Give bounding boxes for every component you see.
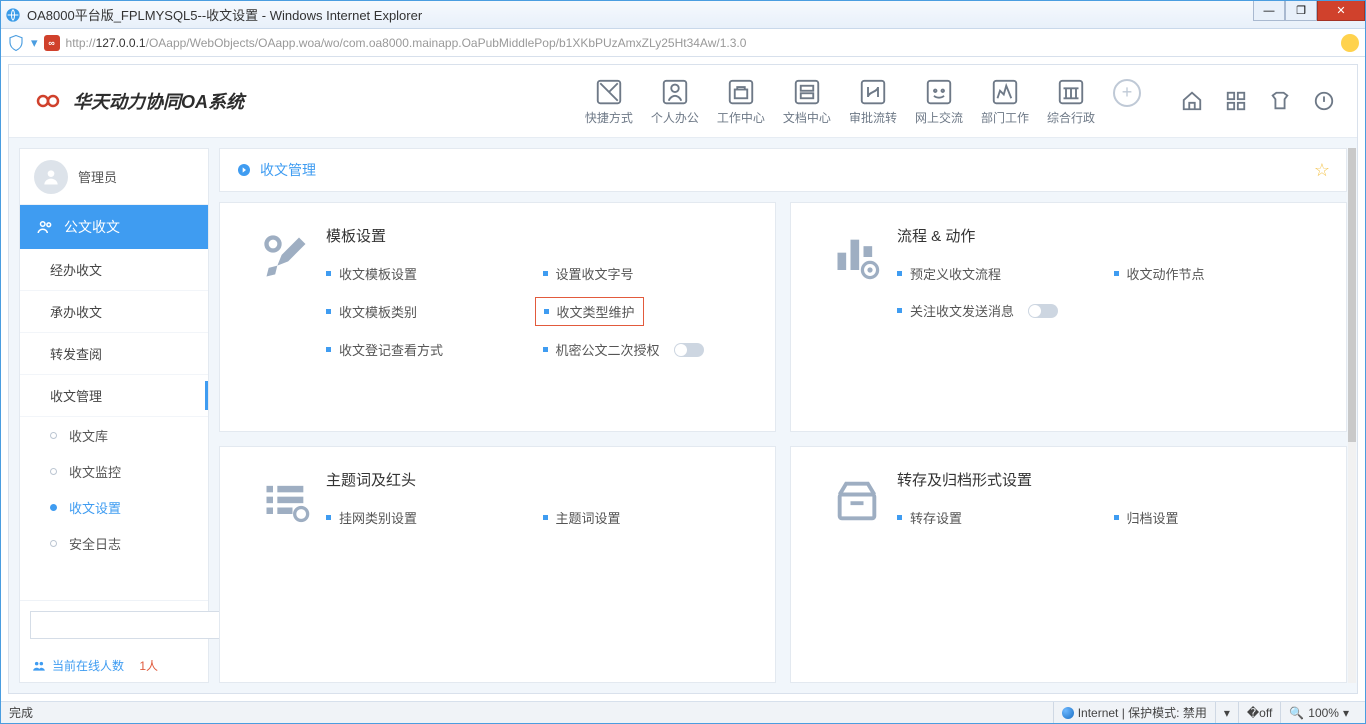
card-title: 主题词及红头: [326, 469, 749, 490]
sidebar-sub-2[interactable]: 收文设置: [20, 489, 208, 525]
card-archive: 转存及归档形式设置 转存设置 归档设置: [790, 446, 1347, 683]
sidebar-item-2[interactable]: 转发查阅: [20, 333, 208, 375]
nav-work[interactable]: 工作中心: [717, 77, 765, 126]
sidebar: 管理员 公文收文 经办收文 承办收文 转发查阅 收文管理 收文库 收文监控 收文…: [19, 148, 209, 683]
breadcrumb-title: 收文管理: [260, 160, 316, 180]
address-bar: ▾ ∞ http://127.0.0.1/OAapp/WebObjects/OA…: [1, 29, 1365, 57]
minimize-button[interactable]: —: [1253, 1, 1285, 21]
status-internet[interactable]: Internet | 保护模式: 禁用: [1053, 702, 1215, 723]
lnk-subject-1[interactable]: 主题词设置: [543, 508, 750, 527]
toggle-secret-auth[interactable]: [674, 343, 704, 357]
window-title: OA8000平台版_FPLMYSQL5--收文设置 - Windows Inte…: [27, 5, 422, 24]
sidebar-sub-1[interactable]: 收文监控: [20, 453, 208, 489]
lnk-flow-2[interactable]: 关注收文发送消息: [897, 301, 1104, 320]
nav-personal[interactable]: 个人办公: [651, 77, 699, 126]
logo-text: 华天动力协同OA系统: [73, 88, 244, 114]
lnk-template-4[interactable]: 收文登记查看方式: [326, 340, 533, 359]
lnk-flow-1[interactable]: 收文动作节点: [1114, 264, 1321, 283]
sidebar-sub-3[interactable]: 安全日志: [20, 525, 208, 561]
site-favicon: ∞: [44, 35, 60, 51]
main-content: 收文管理 ☆ 模板设置 收文模板设置 设置收文字号: [219, 148, 1347, 683]
top-nav: 快捷方式 个人办公 工作中心 文档中心 审批流转 网上交流 部门工作 综合行政 …: [585, 77, 1141, 126]
apps-icon[interactable]: [1225, 90, 1247, 112]
nav-approve[interactable]: 审批流转: [849, 77, 897, 126]
power-icon[interactable]: [1313, 90, 1335, 112]
card-title: 转存及归档形式设置: [897, 469, 1320, 490]
lnk-template-0[interactable]: 收文模板设置: [326, 264, 533, 283]
nav-quick[interactable]: 快捷方式: [585, 77, 633, 126]
vertical-scrollbar[interactable]: [1348, 148, 1356, 683]
status-zoom[interactable]: 🔍 100% ▾: [1280, 702, 1357, 723]
lnk-archive-1[interactable]: 归档设置: [1114, 508, 1321, 527]
lnk-template-2[interactable]: 收文模板类别: [326, 301, 533, 322]
home-icon[interactable]: [1181, 90, 1203, 112]
arrow-circle-icon: [236, 162, 252, 178]
sidebar-item-3[interactable]: 收文管理: [20, 375, 208, 417]
sidebar-item-1[interactable]: 承办收文: [20, 291, 208, 333]
sidebar-sub-0[interactable]: 收文库: [20, 417, 208, 453]
nav-admin[interactable]: 综合行政: [1047, 77, 1095, 126]
nav-online[interactable]: 网上交流: [915, 77, 963, 126]
sidebar-main[interactable]: 公文收文: [20, 205, 208, 249]
logo-mark-icon: [31, 91, 65, 111]
card-title: 流程 & 动作: [897, 225, 1320, 246]
sidebar-search: [20, 600, 208, 649]
logo: 华天动力协同OA系统: [31, 88, 244, 114]
toggle-follow-msg[interactable]: [1028, 304, 1058, 318]
people-icon: [32, 659, 46, 673]
shield-icon[interactable]: [7, 34, 25, 52]
ie-icon: [5, 7, 21, 23]
lnk-flow-0[interactable]: 预定义收文流程: [897, 264, 1104, 283]
status-zoom-dec[interactable]: �off: [1238, 702, 1280, 723]
lnk-subject-0[interactable]: 挂网类别设置: [326, 508, 533, 527]
close-button[interactable]: ✕: [1317, 1, 1365, 21]
lnk-template-5[interactable]: 机密公文二次授权: [543, 340, 750, 359]
dropdown-icon[interactable]: ▾: [31, 35, 38, 51]
card-flow: 流程 & 动作 预定义收文流程 收文动作节点 关注收文发送消息: [790, 202, 1347, 432]
maximize-button[interactable]: ❐: [1285, 1, 1317, 21]
card-title: 模板设置: [326, 225, 749, 246]
card-subject: 主题词及红头 挂网类别设置 主题词设置: [219, 446, 776, 683]
search-input[interactable]: [30, 611, 221, 639]
app-header: 华天动力协同OA系统 快捷方式 个人办公 工作中心 文档中心 审批流转 网上交流…: [9, 65, 1357, 138]
status-bar: 完成 Internet | 保护模式: 禁用 ▾ �off 🔍 100% ▾: [1, 701, 1365, 723]
card-template: 模板设置 收文模板设置 设置收文字号 收文模板类别 收文类型维护 收文登记查看方…: [219, 202, 776, 432]
status-protected-mode-toggle[interactable]: ▾: [1215, 702, 1238, 723]
nav-add-button[interactable]: +: [1113, 79, 1141, 107]
lnk-template-1[interactable]: 设置收文字号: [543, 264, 750, 283]
user-name: 管理员: [78, 167, 117, 186]
chart-gear-icon: [831, 231, 883, 283]
archive-icon: [831, 475, 883, 527]
shirt-icon[interactable]: [1269, 90, 1291, 112]
list-gear-icon: [260, 475, 312, 527]
window-titlebar: OA8000平台版_FPLMYSQL5--收文设置 - Windows Inte…: [1, 1, 1365, 29]
nav-doc[interactable]: 文档中心: [783, 77, 831, 126]
nav-dept[interactable]: 部门工作: [981, 77, 1029, 126]
url-text[interactable]: http://127.0.0.1/OAapp/WebObjects/OAapp.…: [66, 36, 1335, 50]
lnk-template-3[interactable]: 收文类型维护: [535, 297, 644, 326]
users-icon: [36, 218, 54, 236]
smiley-icon[interactable]: [1341, 34, 1359, 52]
sidebar-item-0[interactable]: 经办收文: [20, 249, 208, 291]
lnk-archive-0[interactable]: 转存设置: [897, 508, 1104, 527]
online-count: 当前在线人数 1人: [20, 649, 208, 682]
breadcrumb: 收文管理 ☆: [219, 148, 1347, 192]
user-box: 管理员: [20, 149, 208, 205]
avatar: [34, 160, 68, 194]
status-left: 完成: [9, 704, 33, 721]
globe-icon: [1062, 707, 1074, 719]
star-icon[interactable]: ☆: [1314, 160, 1330, 181]
tools-icon: [260, 231, 312, 283]
